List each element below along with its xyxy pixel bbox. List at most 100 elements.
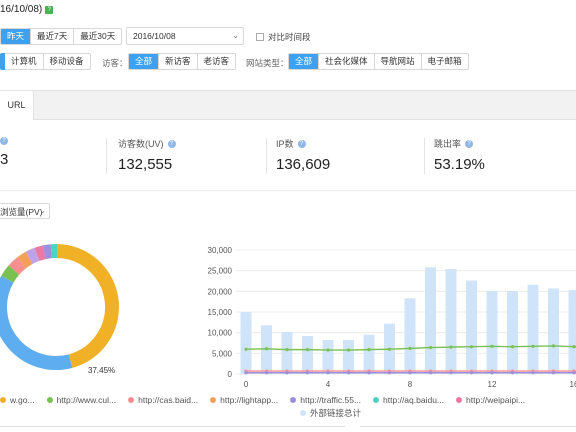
series-point[interactable] (510, 345, 515, 349)
visitor-returning-button[interactable]: 老访客 (198, 54, 236, 69)
site-type-all-button[interactable]: 全部 (289, 54, 320, 69)
bar[interactable] (568, 290, 576, 374)
bar[interactable] (507, 291, 518, 374)
date-picker[interactable]: 2016/10/08 ⌄ (126, 27, 244, 45)
metric-value: 53.19% (434, 156, 485, 173)
page-title: 16/10/08) ? (0, 4, 54, 15)
series-point[interactable] (510, 371, 515, 375)
legend-item[interactable]: 外部链接总计 (300, 407, 361, 419)
series-point[interactable] (428, 371, 433, 375)
series-point[interactable] (449, 345, 453, 349)
metric-title: 跳出率 (434, 139, 462, 149)
metric-select-value: 浏览量(PV) (0, 207, 43, 217)
bar[interactable] (527, 284, 539, 374)
help-icon[interactable]: ? (167, 139, 176, 148)
series-point[interactable] (264, 371, 269, 375)
donut-slice-1[interactable] (0, 275, 73, 370)
period-yesterday-button[interactable]: 昨天 (1, 29, 32, 44)
series-point[interactable] (469, 345, 474, 349)
device-computer-button[interactable]: 计算机 (5, 54, 44, 69)
legend-item[interactable]: http://aq.baidu... (373, 395, 444, 405)
series-point[interactable] (305, 348, 310, 352)
metric-select[interactable]: 浏览量(PV) ⌄ (0, 203, 50, 219)
visitor-all-button[interactable]: 全部 (129, 54, 160, 69)
series-point[interactable] (469, 371, 474, 375)
series-point[interactable] (346, 348, 351, 352)
series-point[interactable] (531, 344, 535, 348)
y-tick-label: 5,000 (212, 349, 233, 358)
visitor-new-button[interactable]: 新访客 (159, 54, 198, 69)
donut-slice-5[interactable] (25, 247, 40, 265)
bar[interactable] (281, 331, 293, 374)
bar[interactable] (445, 269, 457, 374)
series-point[interactable] (326, 371, 330, 375)
legend-item[interactable]: http://lightapp... (210, 395, 278, 405)
donut-slice-0[interactable] (56, 244, 119, 368)
legend-item[interactable]: w.go... (0, 395, 35, 405)
donut-slice-2[interactable] (1, 265, 20, 283)
legend-label: 外部链接总计 (310, 408, 362, 418)
bar[interactable] (240, 312, 252, 374)
series-point[interactable] (244, 371, 248, 375)
page-title-text: 16/10/08) (0, 4, 43, 15)
help-icon[interactable]: ? (465, 139, 474, 148)
legend-item[interactable]: http://cas.baid... (128, 395, 198, 405)
device-mobile-button[interactable]: 移动设备 (44, 54, 90, 69)
site-type-nav-button[interactable]: 导航网站 (375, 54, 422, 69)
legend-label: http://cas.baid... (138, 395, 199, 405)
bar[interactable] (322, 340, 334, 374)
legend-dot-icon (373, 397, 380, 403)
bar[interactable] (302, 335, 313, 374)
series-point[interactable] (346, 371, 351, 375)
series-point[interactable] (428, 345, 433, 350)
compare-toggle[interactable]: 对比时间段 (256, 31, 311, 43)
series-point[interactable] (244, 347, 248, 351)
series-point[interactable] (305, 371, 310, 375)
bar[interactable] (548, 288, 559, 374)
series-point[interactable] (264, 347, 269, 351)
y-tick-label: 10,000 (208, 329, 233, 338)
series-point[interactable] (449, 371, 453, 375)
series-point[interactable] (326, 348, 330, 352)
donut-slice-3[interactable] (8, 257, 27, 275)
site-type-social-button[interactable]: 社会化媒体 (319, 54, 375, 69)
bar[interactable] (425, 267, 436, 374)
period-30days-button[interactable]: 最近30天 (74, 29, 121, 44)
panel-border (0, 426, 345, 427)
site-type-email-button[interactable]: 电子邮箱 (422, 54, 468, 69)
series-point[interactable] (408, 346, 412, 350)
tab-url[interactable]: URL (0, 91, 34, 120)
series-point[interactable] (285, 371, 289, 375)
donut-slice-7[interactable] (42, 244, 53, 260)
series-point[interactable] (408, 371, 412, 375)
legend-dot-icon (456, 397, 463, 403)
series-point[interactable] (367, 348, 371, 352)
legend-item[interactable]: http://www.cul... (46, 395, 116, 405)
help-icon[interactable]: ? (45, 5, 54, 14)
donut-slice-4[interactable] (17, 251, 33, 269)
legend-item[interactable]: http://traffic.55... (290, 395, 361, 405)
help-icon[interactable]: ? (297, 139, 306, 148)
series-point[interactable] (367, 371, 371, 375)
bar[interactable] (466, 280, 477, 374)
series-point[interactable] (572, 345, 576, 349)
chevron-down-icon: ⌄ (232, 31, 239, 40)
bar[interactable] (404, 298, 416, 374)
help-icon[interactable]: ? (0, 137, 8, 145)
series-point[interactable] (387, 371, 392, 375)
donut-slice-6[interactable] (34, 245, 46, 261)
series-point[interactable] (531, 371, 535, 375)
bar[interactable] (363, 334, 375, 374)
series-point[interactable] (551, 371, 556, 375)
series-point[interactable] (551, 344, 556, 348)
series-point[interactable] (490, 371, 494, 375)
bar[interactable] (486, 290, 498, 374)
series-point[interactable] (285, 348, 289, 352)
series-point[interactable] (572, 371, 576, 375)
period-7days-button[interactable]: 最近7天 (31, 29, 75, 44)
compare-checkbox[interactable] (256, 33, 264, 41)
series-point[interactable] (490, 344, 494, 348)
series-point[interactable] (387, 347, 392, 351)
legend-item[interactable]: http://weipaipi... (456, 395, 525, 405)
bar[interactable] (343, 340, 354, 374)
